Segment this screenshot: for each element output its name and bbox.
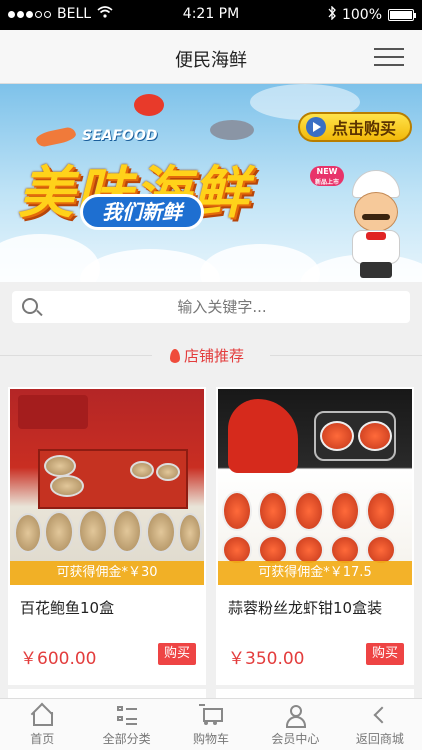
- battery-label: 100%: [341, 7, 382, 23]
- cart-icon: [199, 704, 224, 726]
- back-icon: [368, 704, 392, 726]
- search-icon: [22, 298, 38, 314]
- promo-banner[interactable]: SEAFOOD 美味海鲜 我们新鲜 点击购买 NEW 新品上市: [0, 84, 422, 282]
- category-icon: [115, 704, 139, 726]
- fish-icon: [210, 120, 254, 140]
- divider-right: [270, 355, 422, 356]
- section-title: 店铺推荐: [184, 347, 245, 365]
- section-label: 店铺推荐: [170, 345, 244, 366]
- tab-label: 会员中心: [271, 732, 320, 746]
- product-name[interactable]: 百花鲍鱼10盒: [20, 597, 114, 618]
- shrimp-icon: [34, 125, 78, 149]
- tab-label: 首页: [30, 732, 55, 746]
- tab-label: 返回商城: [355, 732, 404, 746]
- crab-icon: [134, 94, 164, 116]
- tab-label: 购物车: [193, 732, 230, 746]
- home-icon: [30, 704, 54, 726]
- banner-seafood-word: SEAFOOD: [82, 128, 158, 144]
- product-card[interactable]: 可获得佣金*￥30 百花鲍鱼10盒 ￥600.00 购买: [8, 387, 206, 685]
- divider-left: [0, 355, 152, 356]
- banner-buy-button[interactable]: 点击购买: [298, 112, 412, 142]
- tab-member[interactable]: 会员中心: [253, 699, 337, 750]
- search-bar[interactable]: [12, 291, 410, 323]
- buy-button[interactable]: 购买: [366, 643, 404, 665]
- commission-label: 可获得佣金*￥30: [10, 561, 204, 585]
- chef-mascot-icon: [338, 170, 418, 280]
- page-title: 便民海鲜: [175, 50, 247, 71]
- buy-button[interactable]: 购买: [158, 643, 196, 665]
- play-icon: [306, 117, 326, 137]
- battery-icon: [388, 9, 416, 21]
- product-card[interactable]: 可获得佣金*￥17.5 蒜蓉粉丝龙虾钳10盒装 ￥350.00 购买: [216, 387, 414, 685]
- product-image[interactable]: [10, 389, 204, 585]
- status-bar: BELL 4:21 PM 100%: [0, 0, 422, 30]
- banner-subtitle: 我们新鲜: [80, 194, 204, 230]
- product-name[interactable]: 蒜蓉粉丝龙虾钳10盒装: [228, 597, 382, 618]
- commission-label: 可获得佣金*￥17.5: [218, 561, 412, 585]
- tab-categories[interactable]: 全部分类: [84, 699, 168, 750]
- tab-back-to-mall[interactable]: 返回商城: [338, 699, 422, 750]
- tab-home[interactable]: 首页: [0, 699, 84, 750]
- product-price: ￥350.00: [228, 649, 305, 669]
- product-grid: 可获得佣金*￥30 百花鲍鱼10盒 ￥600.00 购买 可获得佣金*￥17.5…: [8, 387, 414, 685]
- product-price: ￥600.00: [20, 649, 97, 669]
- product-image[interactable]: [218, 389, 412, 585]
- tab-cart[interactable]: 购物车: [169, 699, 253, 750]
- tab-label: 全部分类: [102, 732, 151, 746]
- search-input[interactable]: [52, 291, 392, 323]
- flame-icon: [170, 348, 180, 363]
- section-header: 店铺推荐: [0, 340, 422, 370]
- tab-bar: 首页 全部分类 购物车 会员中心 返回商城: [0, 698, 422, 750]
- nav-bar: 便民海鲜: [0, 30, 422, 84]
- banner-buy-label: 点击购买: [332, 119, 397, 138]
- status-right: 100%: [328, 5, 416, 24]
- user-icon: [283, 704, 307, 728]
- menu-icon[interactable]: [374, 48, 404, 66]
- bluetooth-icon: [328, 5, 336, 24]
